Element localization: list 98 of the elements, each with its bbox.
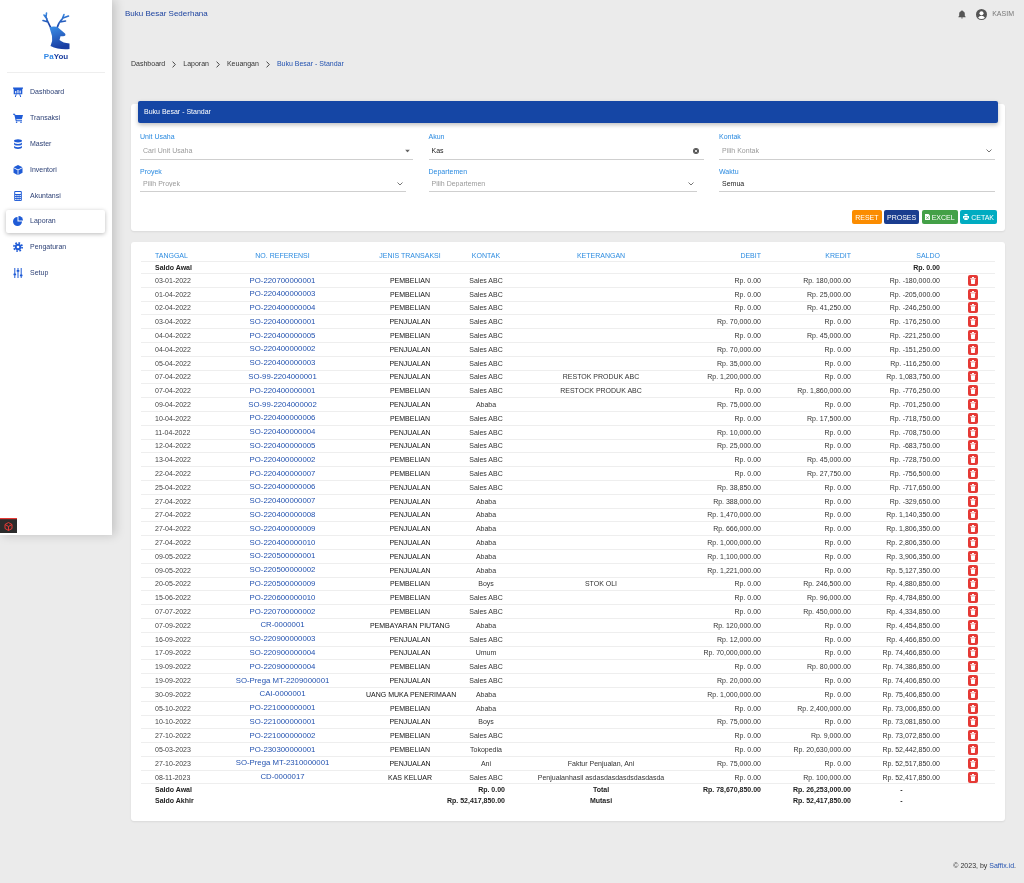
delete-button[interactable]: [968, 592, 978, 604]
trash-icon: [970, 359, 976, 367]
trash-icon: [970, 483, 976, 491]
trash-icon: [970, 539, 976, 547]
presentation-board-icon: [13, 87, 23, 97]
calculator-icon: [13, 190, 23, 201]
delete-button[interactable]: [968, 426, 978, 438]
trash-icon: [970, 414, 976, 422]
page-title: Buku Besar Sederhana: [125, 9, 208, 19]
bell-icon[interactable]: [958, 9, 967, 19]
trash-icon: [970, 718, 976, 726]
chevron-down-icon[interactable]: [397, 182, 403, 186]
delete-button[interactable]: [968, 454, 978, 466]
delete-button[interactable]: [968, 771, 978, 783]
delete-button[interactable]: [968, 509, 978, 521]
trash-icon: [970, 663, 976, 671]
database-icon: [13, 138, 23, 149]
delete-button[interactable]: [968, 385, 978, 397]
delete-button[interactable]: [968, 675, 978, 686]
trash-icon: [970, 525, 976, 533]
delete-button[interactable]: [968, 578, 978, 590]
trash-icon: [970, 456, 976, 464]
delete-button[interactable]: [968, 495, 978, 507]
delete-button[interactable]: [968, 412, 978, 424]
printer-icon: [963, 214, 970, 220]
chevron-right-icon: [215, 60, 220, 68]
delete-button[interactable]: [968, 399, 978, 411]
delete-button[interactable]: [968, 302, 978, 314]
chevron-right-icon: [265, 60, 270, 68]
clear-icon[interactable]: [692, 147, 699, 154]
delete-button[interactable]: [968, 550, 978, 562]
delete-button[interactable]: [968, 757, 978, 769]
sliders-icon: [13, 268, 23, 279]
delete-button[interactable]: [968, 647, 978, 659]
trash-icon: [970, 428, 976, 436]
delete-button[interactable]: [968, 716, 978, 728]
trash-icon: [970, 690, 976, 698]
delete-button[interactable]: [968, 288, 978, 300]
delete-button[interactable]: [968, 661, 978, 673]
gear-icon: [13, 242, 23, 253]
user-avatar-icon[interactable]: [976, 8, 988, 20]
trash-icon: [970, 442, 976, 450]
trash-icon: [970, 608, 976, 615]
trash-icon: [970, 318, 976, 326]
spreadsheet-file-icon: [924, 214, 930, 220]
delete-button[interactable]: [968, 702, 978, 714]
trash-icon: [970, 345, 976, 353]
cube-icon: [13, 164, 23, 175]
trash-icon: [970, 387, 976, 395]
delete-button[interactable]: [968, 633, 978, 645]
trash-icon: [970, 649, 976, 657]
delete-button[interactable]: [968, 523, 978, 535]
trash-icon: [970, 332, 976, 340]
delete-button[interactable]: [968, 316, 978, 328]
deer-logo-icon: [41, 12, 71, 50]
delete-button[interactable]: [968, 619, 978, 631]
trash-icon: [970, 580, 976, 588]
trash-icon: [970, 373, 976, 381]
trash-icon: [970, 621, 976, 629]
trash-icon: [970, 677, 976, 684]
trash-icon: [970, 704, 976, 712]
chevron-right-icon: [172, 60, 177, 68]
floating-widget-icon[interactable]: [0, 518, 17, 533]
delete-button[interactable]: [968, 481, 978, 493]
delete-button[interactable]: [968, 440, 978, 452]
trash-icon: [970, 276, 976, 284]
delete-button[interactable]: [968, 730, 978, 742]
trash-icon: [970, 759, 976, 767]
trash-icon: [970, 401, 976, 409]
trash-icon: [970, 290, 976, 298]
trash-icon: [970, 470, 976, 478]
trash-icon: [970, 511, 976, 519]
delete-button[interactable]: [968, 606, 978, 617]
delete-button[interactable]: [968, 744, 978, 755]
delete-button[interactable]: [968, 537, 978, 549]
chevron-down-icon[interactable]: [687, 182, 694, 186]
trash-icon: [970, 594, 976, 602]
delete-button[interactable]: [968, 468, 978, 480]
pie-chart-icon: [13, 216, 23, 227]
delete-button[interactable]: [968, 357, 978, 369]
delete-button[interactable]: [968, 274, 978, 286]
trash-icon: [970, 566, 976, 574]
cart-icon: [13, 112, 23, 123]
trash-icon: [970, 552, 976, 560]
chevron-down-icon[interactable]: [986, 148, 992, 153]
caret-down-icon[interactable]: [405, 149, 410, 152]
delete-button[interactable]: [968, 564, 978, 576]
trash-icon: [970, 732, 976, 740]
trash-icon: [970, 773, 976, 781]
delete-button[interactable]: [968, 371, 978, 383]
brand-name: PaYou: [43, 53, 69, 61]
delete-button[interactable]: [968, 688, 978, 700]
delete-button[interactable]: [968, 343, 978, 355]
trash-icon: [970, 304, 976, 312]
trash-icon: [970, 635, 976, 643]
trash-icon: [970, 746, 976, 753]
delete-button[interactable]: [968, 330, 978, 342]
trash-icon: [970, 497, 976, 505]
